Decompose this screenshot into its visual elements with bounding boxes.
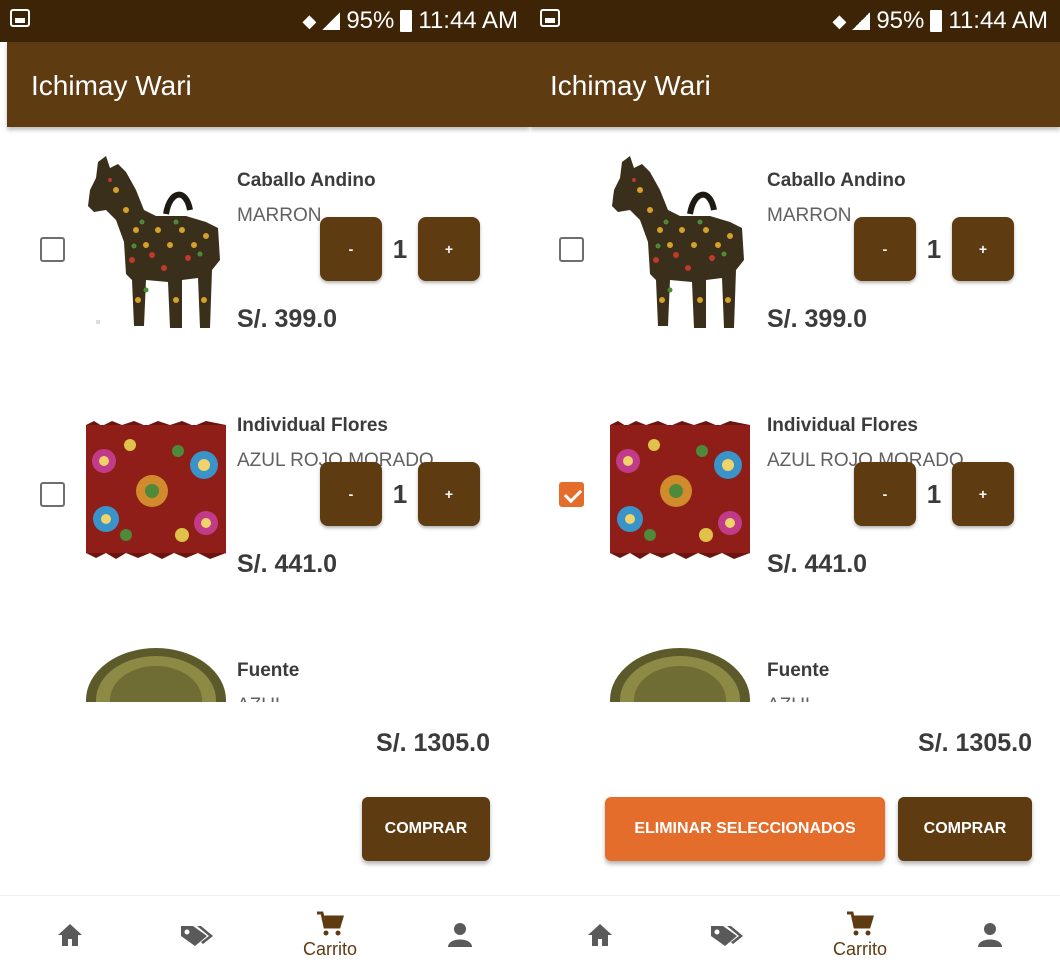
cart-screen-left: ◆ 95% 11:44 AM Ichimay Wari Caballo Andi… — [0, 0, 530, 973]
product-color: MARRON — [237, 205, 322, 226]
product-name: Caballo Andino — [237, 170, 376, 191]
status-bar: ◆ 95% 11:44 AM — [0, 0, 530, 42]
cart-item: Individual Flores AZUL ROJO MORADO - 1 +… — [0, 395, 530, 635]
product-name: Individual Flores — [237, 415, 388, 436]
home-icon — [58, 924, 82, 946]
product-image-horse — [610, 150, 750, 340]
cart-total: S/. 1305.0 — [376, 729, 490, 757]
person-icon — [978, 923, 1002, 947]
quantity-stepper: - 1 + — [320, 217, 480, 281]
nav-profile[interactable] — [420, 896, 500, 973]
delete-selected-button[interactable]: ELIMINAR SELECCIONADOS — [605, 797, 885, 861]
increase-button[interactable]: + — [952, 462, 1014, 526]
select-checkbox[interactable] — [559, 237, 584, 262]
product-name: Caballo Andino — [767, 170, 906, 191]
increase-button[interactable]: + — [418, 462, 480, 526]
cart-item: Fuente AZUL — [0, 640, 530, 702]
app-title: Ichimay Wari — [550, 70, 711, 101]
person-icon — [448, 923, 472, 947]
bottom-navigation: Carrito — [0, 895, 530, 973]
app-bar: Ichimay Wari — [7, 42, 530, 127]
cart-screen-right: ◆ 95% 11:44 AM Ichimay Wari Caballo Andi… — [530, 0, 1060, 973]
product-image-plate — [610, 640, 750, 702]
nav-offers[interactable] — [686, 896, 766, 973]
product-image-horse — [86, 150, 226, 340]
cart-item: Caballo Andino MARRON - 1 + S/. 399.0 — [0, 150, 530, 390]
product-color: AZUL — [767, 695, 816, 702]
quantity-value: 1 — [926, 233, 942, 264]
home-icon — [588, 924, 612, 946]
cart-item: Caballo Andino MARRON - 1 + S/. 399.0 — [530, 150, 1060, 390]
tag-icon — [711, 926, 743, 946]
clock: 11:44 AM — [418, 7, 518, 34]
signal-icon — [322, 12, 341, 30]
cart-icon — [847, 911, 874, 935]
cart-list[interactable]: Caballo Andino MARRON - 1 + S/. 399.0 In… — [0, 130, 530, 702]
quantity-stepper: - 1 + — [854, 462, 1014, 526]
nav-home[interactable] — [560, 896, 640, 973]
quantity-value: 1 — [392, 233, 408, 264]
product-price: S/. 399.0 — [237, 305, 338, 333]
quantity-stepper: - 1 + — [320, 462, 480, 526]
product-name: Fuente — [237, 660, 300, 681]
increase-button[interactable]: + — [952, 217, 1014, 281]
buy-button[interactable]: COMPRAR — [898, 797, 1032, 861]
app-title: Ichimay Wari — [31, 70, 192, 101]
increase-button[interactable]: + — [418, 217, 480, 281]
product-name: Fuente — [767, 660, 830, 681]
wifi-icon: ◆ — [832, 10, 847, 31]
product-name: Individual Flores — [767, 415, 918, 436]
cart-list[interactable]: Caballo Andino MARRON - 1 + S/. 399.0 In… — [530, 130, 1060, 702]
nav-cart[interactable]: Carrito — [820, 896, 900, 973]
gallery-notification-icon — [10, 9, 30, 27]
select-checkbox[interactable] — [40, 237, 65, 262]
quantity-value: 1 — [392, 478, 408, 509]
clock: 11:44 AM — [948, 7, 1048, 34]
product-image-textile — [610, 395, 750, 585]
nav-offers[interactable] — [156, 896, 236, 973]
product-price: S/. 441.0 — [767, 550, 868, 578]
buy-button[interactable]: COMPRAR — [362, 797, 490, 861]
nav-cart-label: Carrito — [832, 938, 887, 959]
decrease-button[interactable]: - — [320, 462, 382, 526]
select-checkbox[interactable] — [40, 482, 65, 507]
gallery-notification-icon — [540, 9, 560, 27]
status-bar: ◆ 95% 11:44 AM — [530, 0, 1060, 42]
cart-icon — [317, 911, 344, 935]
battery-icon — [930, 10, 943, 32]
product-price: S/. 441.0 — [237, 550, 338, 578]
nav-cart-label: Carrito — [302, 938, 357, 959]
decrease-button[interactable]: - — [320, 217, 382, 281]
cart-item: Fuente AZUL — [530, 640, 1060, 702]
product-image-textile — [86, 395, 226, 585]
cart-total: S/. 1305.0 — [918, 729, 1032, 757]
product-color: AZUL — [237, 695, 286, 702]
cart-item: Individual Flores AZUL ROJO MORADO - 1 +… — [530, 395, 1060, 635]
quantity-value: 1 — [926, 478, 942, 509]
select-checkbox-checked[interactable] — [559, 482, 584, 507]
app-bar: Ichimay Wari — [530, 42, 1060, 127]
quantity-stepper: - 1 + — [854, 217, 1014, 281]
decrease-button[interactable]: - — [854, 217, 916, 281]
bottom-navigation: Carrito — [530, 895, 1060, 973]
wifi-icon: ◆ — [302, 10, 317, 31]
product-color: MARRON — [767, 205, 852, 226]
battery-percent: 95% — [346, 7, 395, 34]
product-image-plate — [86, 640, 226, 702]
product-price: S/. 399.0 — [767, 305, 868, 333]
decrease-button[interactable]: - — [854, 462, 916, 526]
signal-icon — [852, 12, 871, 30]
battery-percent: 95% — [876, 7, 925, 34]
battery-icon — [400, 10, 413, 32]
nav-profile[interactable] — [950, 896, 1030, 973]
nav-cart[interactable]: Carrito — [290, 896, 370, 973]
nav-home[interactable] — [30, 896, 110, 973]
tag-icon — [181, 926, 213, 946]
